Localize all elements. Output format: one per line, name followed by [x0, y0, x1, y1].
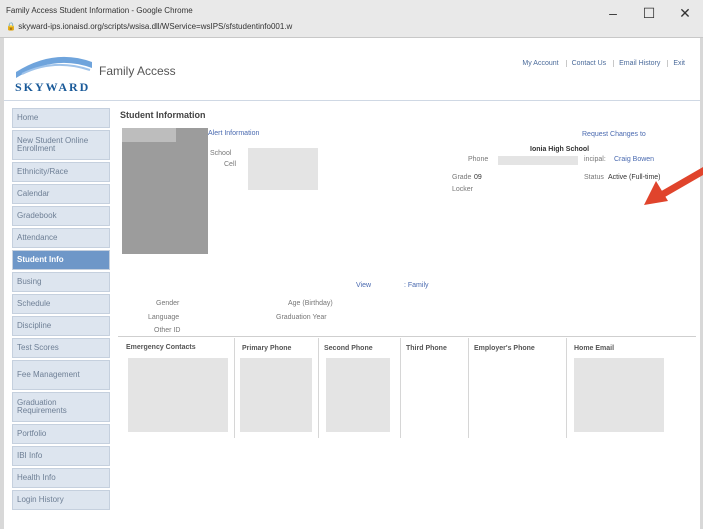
student-name-redacted [122, 128, 176, 142]
window-title: Family Access Student Information - Goog… [6, 6, 193, 15]
sidebar-item-gradebook[interactable]: Gradebook [12, 206, 110, 226]
other-id-label: Other ID [154, 327, 181, 334]
language-label: Language [148, 314, 180, 321]
sidebar-item-ethnicity-race[interactable]: Ethnicity/Race [12, 162, 110, 182]
col-divider [468, 338, 469, 438]
section-title: Student Information [120, 110, 206, 120]
redacted-emails [574, 358, 664, 432]
cell-label: Cell [224, 161, 237, 168]
sidebar-item-new-student-enrollment[interactable]: New Student Online Enrollment [12, 130, 110, 160]
locker-label: Locker [452, 186, 474, 193]
principal-label: incipal: [584, 156, 606, 163]
browser-title-bar: Family Access Student Information - Goog… [0, 0, 703, 38]
url-text: skyward-ips.ionaisd.org/scripts/wsisa.dl… [18, 22, 293, 31]
app-title: Family Access [99, 64, 176, 78]
annotation-arrow-icon [644, 166, 703, 205]
sidebar-item-calendar[interactable]: Calendar [12, 184, 110, 204]
col-primary-phone: Primary Phone [242, 345, 292, 352]
phone-label: Phone [468, 156, 489, 163]
redacted-primary-phones [240, 358, 312, 432]
lock-icon: 🔒 [6, 22, 16, 31]
grade-label: Grade [452, 174, 472, 181]
col-divider [234, 338, 235, 438]
maximize-button[interactable]: ☐ [632, 3, 666, 23]
sidebar-item-ibi-info[interactable]: IBI Info [12, 446, 110, 466]
col-divider [566, 338, 567, 438]
grid-divider [118, 336, 696, 337]
sidebar-item-test-scores[interactable]: Test Scores [12, 338, 110, 358]
close-button[interactable]: ✕ [668, 3, 702, 23]
my-account-link[interactable]: My Account [517, 60, 563, 67]
address-bar[interactable]: 🔒 skyward-ips.ionaisd.org/scripts/wsisa.… [6, 22, 696, 35]
alert-information-link[interactable]: Alert Information [208, 130, 259, 137]
sidebar-nav: Home New Student Online Enrollment Ethni… [12, 108, 110, 512]
gender-label: Gender [156, 300, 180, 307]
col-employers-phone: Employer's Phone [474, 345, 535, 352]
sidebar-item-health-info[interactable]: Health Info [12, 468, 110, 488]
col-emergency-contacts: Emergency Contacts [126, 344, 196, 351]
sidebar-item-graduation-requirements[interactable]: Graduation Requirements [12, 392, 110, 422]
sidebar-item-busing[interactable]: Busing [12, 272, 110, 292]
sidebar-item-login-history[interactable]: Login History [12, 490, 110, 510]
sidebar-item-student-info[interactable]: Student Info [12, 250, 110, 270]
sidebar-item-schedule[interactable]: Schedule [12, 294, 110, 314]
top-links: My Account Contact Us Email History Exit [517, 60, 690, 67]
email-history-link[interactable]: Email History [613, 60, 666, 67]
col-second-phone: Second Phone [324, 345, 373, 352]
redacted-contact-info [248, 148, 318, 190]
redacted-contacts [128, 358, 228, 432]
col-third-phone: Third Phone [406, 345, 447, 352]
school-label: School [210, 150, 232, 157]
exit-link[interactable]: Exit [667, 60, 690, 67]
sidebar-item-home[interactable]: Home [12, 108, 110, 128]
col-divider [400, 338, 401, 438]
student-photo [122, 128, 208, 254]
minimize-button[interactable]: – [596, 3, 630, 23]
grade-value: 09 [474, 174, 482, 181]
page: SKYWARD Family Access My Account Contact… [4, 38, 703, 529]
student-info-panel: Student Information Alert Information Re… [118, 108, 703, 508]
school-value: Ionia High School [530, 146, 590, 153]
redacted-second-phones [326, 358, 390, 432]
brand-logo-text: SKYWARD [15, 80, 91, 94]
view-link[interactable]: View [356, 282, 371, 289]
sidebar-item-attendance[interactable]: Attendance [12, 228, 110, 248]
family-link[interactable]: : Family [404, 282, 429, 289]
age-label: Age (Birthday) [288, 300, 333, 307]
grad-year-label: Graduation Year [276, 314, 327, 321]
col-divider [318, 338, 319, 438]
page-header: SKYWARD Family Access My Account Contact… [4, 38, 700, 101]
redacted-phone [498, 156, 578, 165]
contact-us-link[interactable]: Contact Us [565, 60, 612, 67]
sidebar-item-portfolio[interactable]: Portfolio [12, 424, 110, 444]
request-changes-link[interactable]: Request Changes to [582, 131, 646, 138]
sidebar-item-discipline[interactable]: Discipline [12, 316, 110, 336]
sidebar-item-fee-management[interactable]: Fee Management [12, 360, 110, 390]
col-home-email: Home Email [574, 345, 615, 352]
status-label: Status [584, 174, 604, 181]
